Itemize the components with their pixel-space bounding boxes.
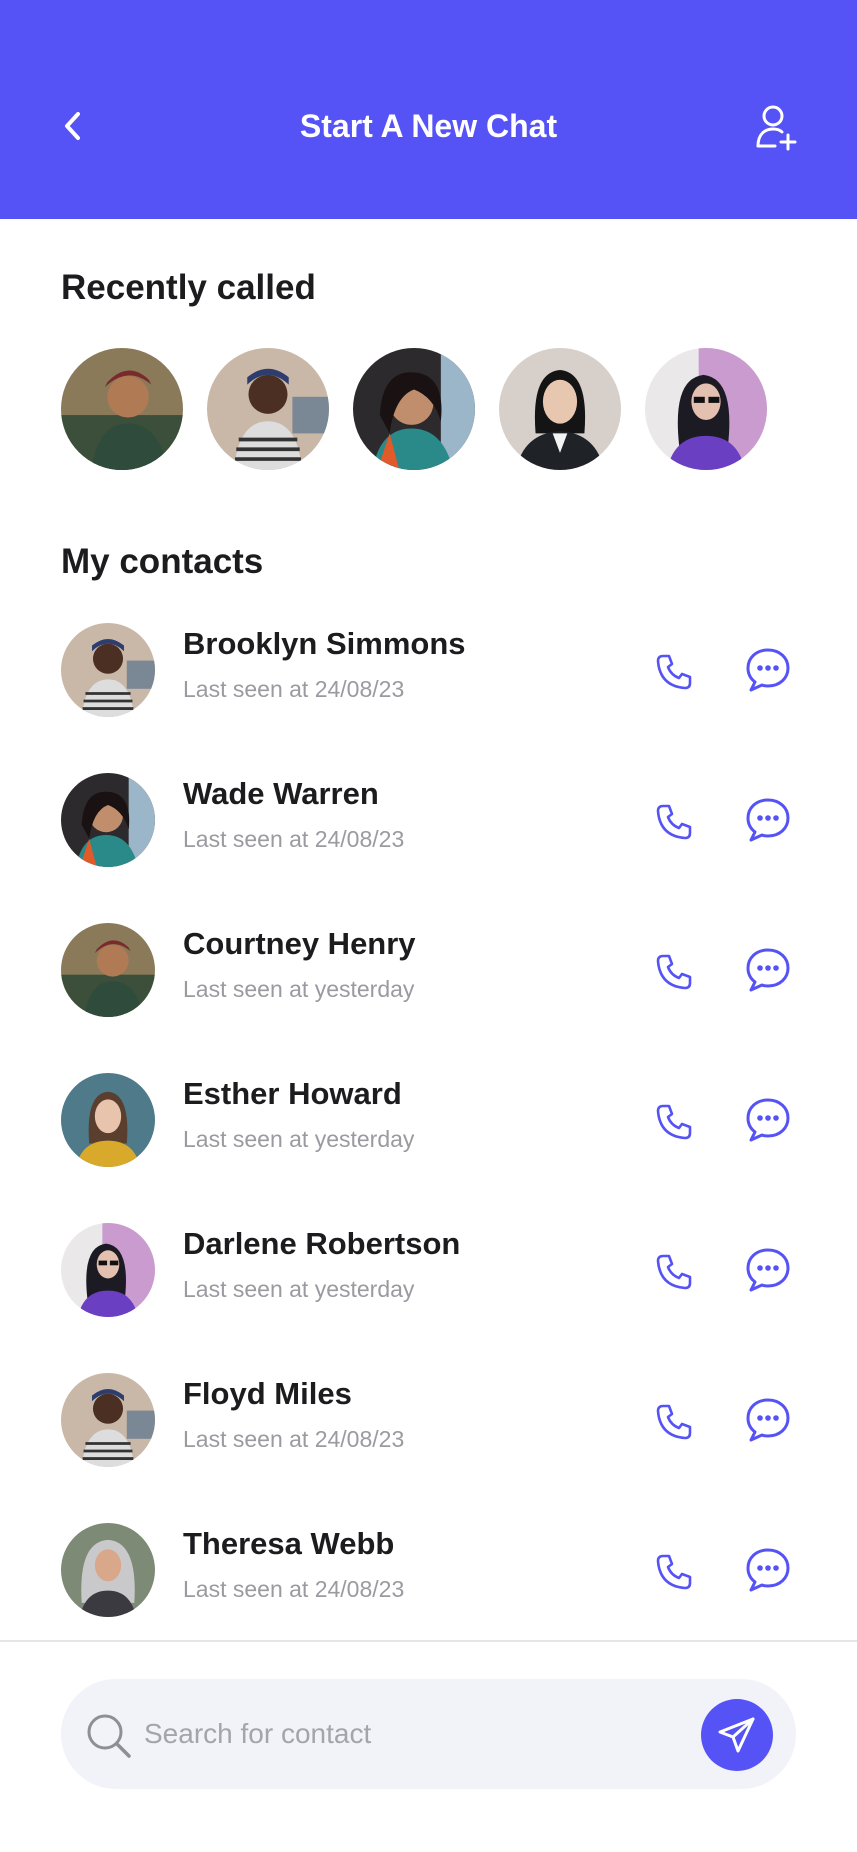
contact-status: Last seen at 24/08/23 (183, 676, 405, 702)
chat-bubble-icon (746, 1398, 790, 1442)
recent-avatar-4[interactable] (499, 348, 621, 470)
send-icon (718, 1717, 755, 1753)
avatar (61, 923, 155, 1017)
avatar (61, 1523, 155, 1617)
send-button[interactable] (701, 1699, 773, 1771)
chat-bubble-icon (746, 1548, 790, 1592)
contact-status: Last seen at yesterday (183, 1276, 415, 1302)
message-button[interactable] (742, 1094, 794, 1146)
contact-name: Floyd Miles (183, 1376, 352, 1411)
contact-name: Theresa Webb (183, 1526, 395, 1561)
phone-icon (656, 1554, 692, 1590)
contact-row[interactable]: Floyd Miles Last seen at 24/08/23 (0, 1370, 857, 1470)
contact-row[interactable]: Darlene Robertson Last seen at yesterday (0, 1220, 857, 1320)
avatar (61, 1373, 155, 1467)
search-input[interactable] (144, 1709, 644, 1759)
call-button[interactable] (650, 798, 698, 846)
message-button[interactable] (742, 1544, 794, 1596)
contact-status: Last seen at yesterday (183, 976, 415, 1002)
message-button[interactable] (742, 1244, 794, 1296)
add-user-icon (756, 105, 797, 151)
app-header: Start A New Chat (0, 0, 857, 219)
contact-status: Last seen at 24/08/23 (183, 826, 405, 852)
recent-avatar-3[interactable] (353, 348, 475, 470)
contact-status: Last seen at 24/08/23 (183, 1426, 405, 1452)
chat-bubble-icon (746, 648, 790, 692)
recent-avatar-2[interactable] (207, 348, 329, 470)
message-button[interactable] (742, 944, 794, 996)
call-button[interactable] (650, 1398, 698, 1446)
avatar (61, 623, 155, 717)
recent-avatar-5[interactable] (645, 348, 767, 470)
call-button[interactable] (650, 1098, 698, 1146)
add-contact-button[interactable] (753, 104, 801, 152)
contact-name: Wade Warren (183, 776, 379, 811)
contact-row[interactable]: Brooklyn Simmons Last seen at 24/08/23 (0, 620, 857, 720)
search-bar[interactable] (61, 1679, 796, 1789)
recent-calls-row (61, 348, 767, 470)
chat-bubble-icon (746, 1098, 790, 1142)
contact-row[interactable]: Courtney Henry Last seen at yesterday (0, 920, 857, 1020)
chat-bubble-icon (746, 1248, 790, 1292)
contact-name: Darlene Robertson (183, 1226, 461, 1261)
my-contacts-heading: My contacts (61, 542, 264, 581)
phone-icon (656, 1254, 692, 1290)
message-button[interactable] (742, 794, 794, 846)
avatar (61, 773, 155, 867)
avatar (61, 1223, 155, 1317)
contact-name: Esther Howard (183, 1076, 402, 1111)
contact-row[interactable]: Theresa Webb Last seen at 24/08/23 (0, 1520, 857, 1620)
contact-name: Courtney Henry (183, 926, 416, 961)
call-button[interactable] (650, 1248, 698, 1296)
contact-row[interactable]: Wade Warren Last seen at 24/08/23 (0, 770, 857, 870)
chat-bubble-icon (746, 798, 790, 842)
contact-status: Last seen at 24/08/23 (183, 1576, 405, 1602)
phone-icon (656, 804, 692, 840)
search-icon (87, 1714, 131, 1758)
page-title: Start A New Chat (299, 108, 558, 144)
contact-row[interactable]: Esther Howard Last seen at yesterday (0, 1070, 857, 1170)
bottom-divider (0, 1640, 857, 1642)
message-button[interactable] (742, 1394, 794, 1446)
contact-status: Last seen at yesterday (183, 1126, 415, 1152)
chat-bubble-icon (746, 948, 790, 992)
phone-icon (656, 954, 692, 990)
phone-icon (656, 654, 692, 690)
contact-name: Brooklyn Simmons (183, 626, 466, 661)
call-button[interactable] (650, 648, 698, 696)
recently-called-heading: Recently called (61, 268, 316, 307)
call-button[interactable] (650, 948, 698, 996)
avatar (61, 1073, 155, 1167)
call-button[interactable] (650, 1548, 698, 1596)
message-button[interactable] (742, 644, 794, 696)
recent-avatar-1[interactable] (61, 348, 183, 470)
phone-icon (656, 1104, 692, 1140)
phone-icon (656, 1404, 692, 1440)
